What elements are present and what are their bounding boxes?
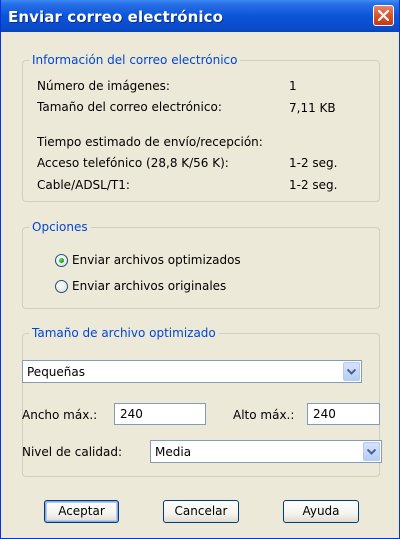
- chevron-down-icon: [347, 369, 356, 375]
- close-button[interactable]: [373, 5, 394, 26]
- cable-label: Cable/ADSL/T1:: [37, 178, 130, 192]
- max-width-value: 240: [120, 407, 143, 421]
- radio-send-original[interactable]: Enviar archivos originales: [55, 279, 275, 295]
- optimized-size-legend: Tamaño de archivo optimizado: [29, 325, 219, 341]
- radio-button[interactable]: [55, 254, 68, 267]
- max-width-label: Ancho máx.:: [22, 408, 98, 422]
- quality-dropdown-button[interactable]: [363, 442, 380, 461]
- radio-button[interactable]: [55, 280, 68, 293]
- radio-label: Enviar archivos originales: [72, 279, 227, 293]
- max-height-label: Alto máx.:: [233, 408, 295, 422]
- size-preset-dropdown-button[interactable]: [343, 362, 360, 381]
- quality-value: Media: [155, 445, 192, 459]
- quality-label: Nivel de calidad:: [22, 445, 123, 459]
- close-icon: [378, 10, 389, 21]
- email-size-label: Tamaño del correo electrónico:: [37, 100, 222, 114]
- radio-send-optimized[interactable]: Enviar archivos optimizados: [55, 253, 275, 269]
- chevron-down-icon: [367, 449, 376, 455]
- options-group: Opciones Enviar archivos optimizados Env…: [22, 219, 380, 309]
- max-height-input[interactable]: 240: [307, 403, 380, 425]
- num-images-value: 1: [289, 79, 297, 93]
- est-time-label: Tiempo estimado de envío/recepción:: [37, 135, 263, 149]
- optimized-size-group: Tamaño de archivo optimizado Pequeñas An…: [22, 325, 382, 477]
- email-size-value: 7,11 KB: [289, 101, 336, 115]
- num-images-label: Número de imágenes:: [37, 79, 170, 93]
- help-button[interactable]: Ayuda: [283, 500, 359, 523]
- radio-label: Enviar archivos optimizados: [72, 253, 241, 267]
- max-height-value: 240: [313, 407, 336, 421]
- options-legend: Opciones: [29, 219, 91, 235]
- window-title: Enviar correo electrónico: [8, 8, 224, 26]
- size-preset-select[interactable]: Pequeñas: [22, 360, 362, 383]
- email-info-legend: Información del correo electrónico: [29, 52, 241, 68]
- cable-value: 1-2 seg.: [289, 178, 338, 192]
- size-preset-value: Pequeñas: [27, 365, 86, 379]
- radio-selected-dot: [59, 258, 64, 263]
- ok-button[interactable]: Aceptar: [44, 500, 119, 523]
- cancel-button[interactable]: Cancelar: [163, 500, 239, 523]
- title-bar[interactable]: Enviar correo electrónico: [1, 0, 399, 32]
- quality-select[interactable]: Media: [150, 440, 382, 463]
- dialup-value: 1-2 seg.: [289, 156, 338, 170]
- dialup-label: Acceso telefónico (28,8 K/56 K):: [37, 156, 229, 170]
- send-email-dialog: Enviar correo electrónico Información de…: [0, 0, 400, 539]
- email-info-group: Información del correo electrónico Númer…: [22, 52, 380, 202]
- max-width-input[interactable]: 240: [114, 403, 206, 425]
